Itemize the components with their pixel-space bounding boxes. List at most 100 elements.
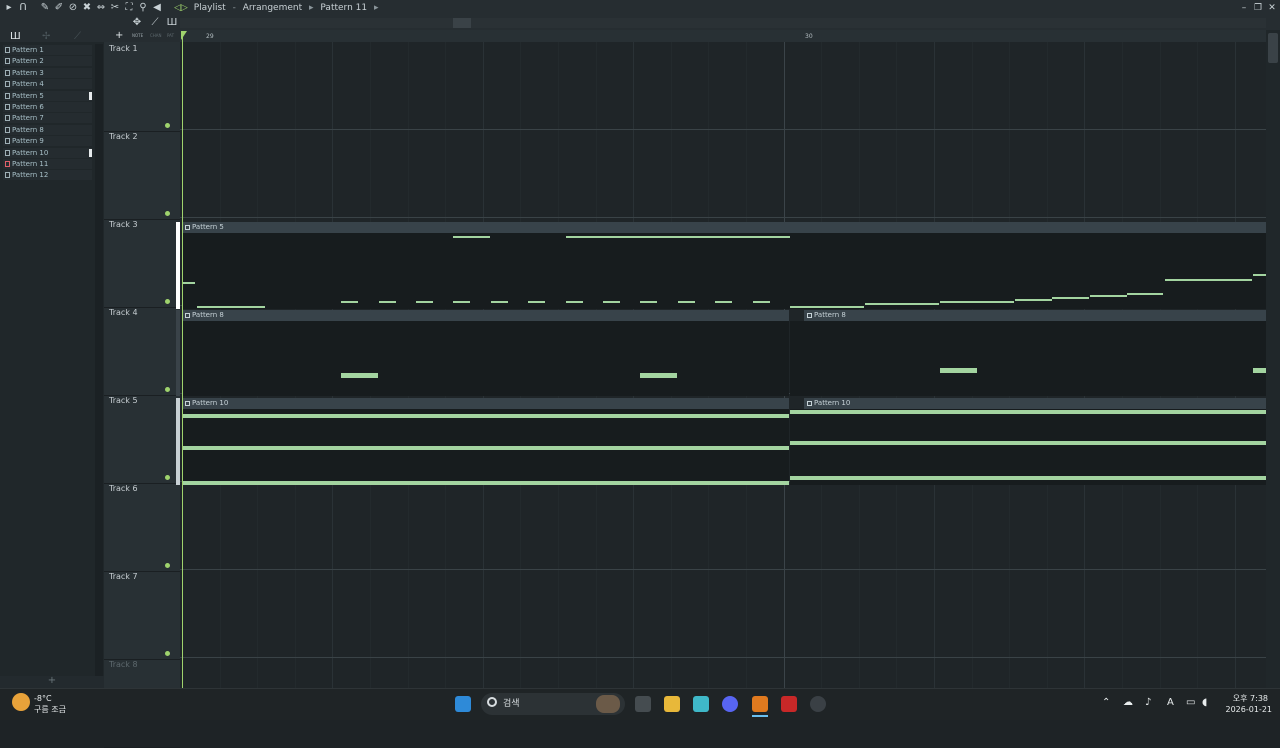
clip-pattern-5[interactable]: Pattern 5 [182,222,1266,233]
timeline-ruler[interactable] [180,30,1266,42]
track-mute-indicator[interactable] [165,475,170,480]
note-block[interactable] [603,301,620,303]
horizontal-scroll-thumb[interactable] [453,18,471,28]
note-block[interactable] [379,301,396,303]
pattern-item[interactable]: Pattern 10 [3,147,92,158]
note-block[interactable] [341,301,358,303]
track-mute-indicator[interactable] [165,211,170,216]
pattern-item[interactable]: Pattern 7 [3,113,92,124]
note-block[interactable] [715,301,732,303]
tool-note[interactable]: NOTE [132,30,143,42]
note-block[interactable] [1090,295,1127,297]
track-mute-indicator[interactable] [165,387,170,392]
weather-temperature[interactable]: -8°C [34,694,52,703]
add-pattern-button[interactable]: + [0,676,104,688]
select-tool-icon[interactable]: ⛶ [123,1,135,14]
note-block[interactable] [1052,297,1089,299]
ime-icon[interactable]: A [1167,697,1174,708]
note-block[interactable] [753,301,770,303]
mute-tool-icon[interactable]: ✖ [81,1,93,14]
track-name[interactable]: Track 7 [109,572,138,581]
pattern-item[interactable]: Pattern 8 [3,124,92,135]
add-track-icon[interactable]: + [115,30,123,42]
zoom-tool-icon[interactable]: ⚲ [137,1,149,14]
vertical-scrollbar[interactable] [1266,30,1280,688]
title-pattern[interactable]: Pattern 11 [320,3,367,13]
note-block[interactable] [416,301,433,303]
task-view-icon[interactable] [635,696,651,712]
volume-icon[interactable]: ◖ [1202,697,1207,708]
network-icon[interactable]: ▭ [1186,697,1195,708]
discord-icon[interactable] [722,696,738,712]
note-block[interactable] [1015,299,1052,301]
track-name[interactable]: Track 3 [109,220,138,229]
chrome-icon[interactable] [810,696,826,712]
windows-start-icon[interactable] [455,696,471,712]
pattern-item[interactable]: Pattern 4 [3,79,92,90]
note-block[interactable] [566,301,583,303]
track-name[interactable]: Track 4 [109,308,138,317]
clip-pattern-8-b[interactable]: Pattern 8 [804,310,1266,321]
clip-pattern-8[interactable]: Pattern 8 [182,310,789,321]
note-block[interactable] [183,282,195,284]
note-block[interactable] [1127,293,1163,295]
pattern-item[interactable]: Pattern 9 [3,136,92,147]
microphone-icon[interactable]: ♪ [1145,697,1151,708]
note-block[interactable] [453,236,490,238]
clip-body-pattern-10-b[interactable] [790,409,1266,485]
horizontal-scrollbar[interactable] [180,18,1266,28]
note-block[interactable] [566,236,790,238]
note-block[interactable] [678,301,695,303]
note-block[interactable] [341,373,378,378]
note-block[interactable] [940,301,1014,303]
piano-tab-icon[interactable]: Ш [10,31,21,42]
note-block[interactable] [1253,274,1266,276]
plugin-tab-icon[interactable]: ✢ [42,31,50,42]
weather-description[interactable]: 구름 조금 [34,704,66,715]
arrow-right-icon[interactable]: ▸ [3,1,15,14]
note-block[interactable] [790,306,864,308]
clip-pattern-10[interactable]: Pattern 10 [182,398,789,409]
minimize-button[interactable]: – [1238,1,1250,15]
tool-pat[interactable]: PAT [167,30,174,42]
note-block[interactable] [865,303,939,305]
note-block[interactable] [183,446,789,450]
note-block[interactable] [1253,368,1266,373]
pattern-item[interactable]: Pattern 1 [3,45,92,55]
note-block[interactable] [790,441,1266,445]
track-name[interactable]: Track 8 [109,660,138,669]
pattern-item[interactable]: Pattern 3 [3,67,92,78]
track-mute-indicator[interactable] [165,563,170,568]
clip-body-pattern-5[interactable] [182,233,1266,309]
note-block[interactable] [1165,279,1252,281]
automation-tab-icon[interactable]: ⟋ [74,31,81,42]
tool-chan[interactable]: CHAN [150,30,162,42]
vertical-scroll-thumb[interactable] [1268,33,1278,63]
pattern-item[interactable]: Pattern 6 [3,102,92,112]
note-block[interactable] [640,373,677,378]
weather-icon[interactable] [12,693,30,711]
magnet-icon[interactable]: Ո [17,1,29,14]
pattern-item[interactable]: Pattern 12 [3,170,92,181]
tray-overflow-icon[interactable]: ⌃ [1102,697,1110,708]
clock-time[interactable]: 오후 7:38 [1228,693,1268,704]
note-block[interactable] [491,301,508,303]
voicemeeter-icon[interactable] [781,696,797,712]
delete-tool-icon[interactable]: ⊘ [67,1,79,14]
slice-tool-icon[interactable]: ✂ [109,1,121,14]
title-arrangement[interactable]: Arrangement [243,3,302,13]
note-block[interactable] [640,301,657,303]
file-explorer-icon[interactable] [664,696,680,712]
restore-button[interactable]: ❐ [1252,1,1264,15]
track-name[interactable]: Track 1 [109,44,138,53]
track-mute-indicator[interactable] [165,651,170,656]
track-name[interactable]: Track 2 [109,132,138,141]
close-button[interactable]: ✕ [1266,1,1278,15]
pattern-item[interactable]: Pattern 11 [3,159,92,169]
paint-tool-icon[interactable]: ✐ [53,1,65,14]
search-highlight-icon[interactable] [596,695,620,713]
track-mute-indicator[interactable] [165,123,170,128]
note-block[interactable] [197,306,265,308]
pattern-item[interactable]: Pattern 5 [3,90,92,101]
clip-body-pattern-8[interactable] [182,321,789,396]
